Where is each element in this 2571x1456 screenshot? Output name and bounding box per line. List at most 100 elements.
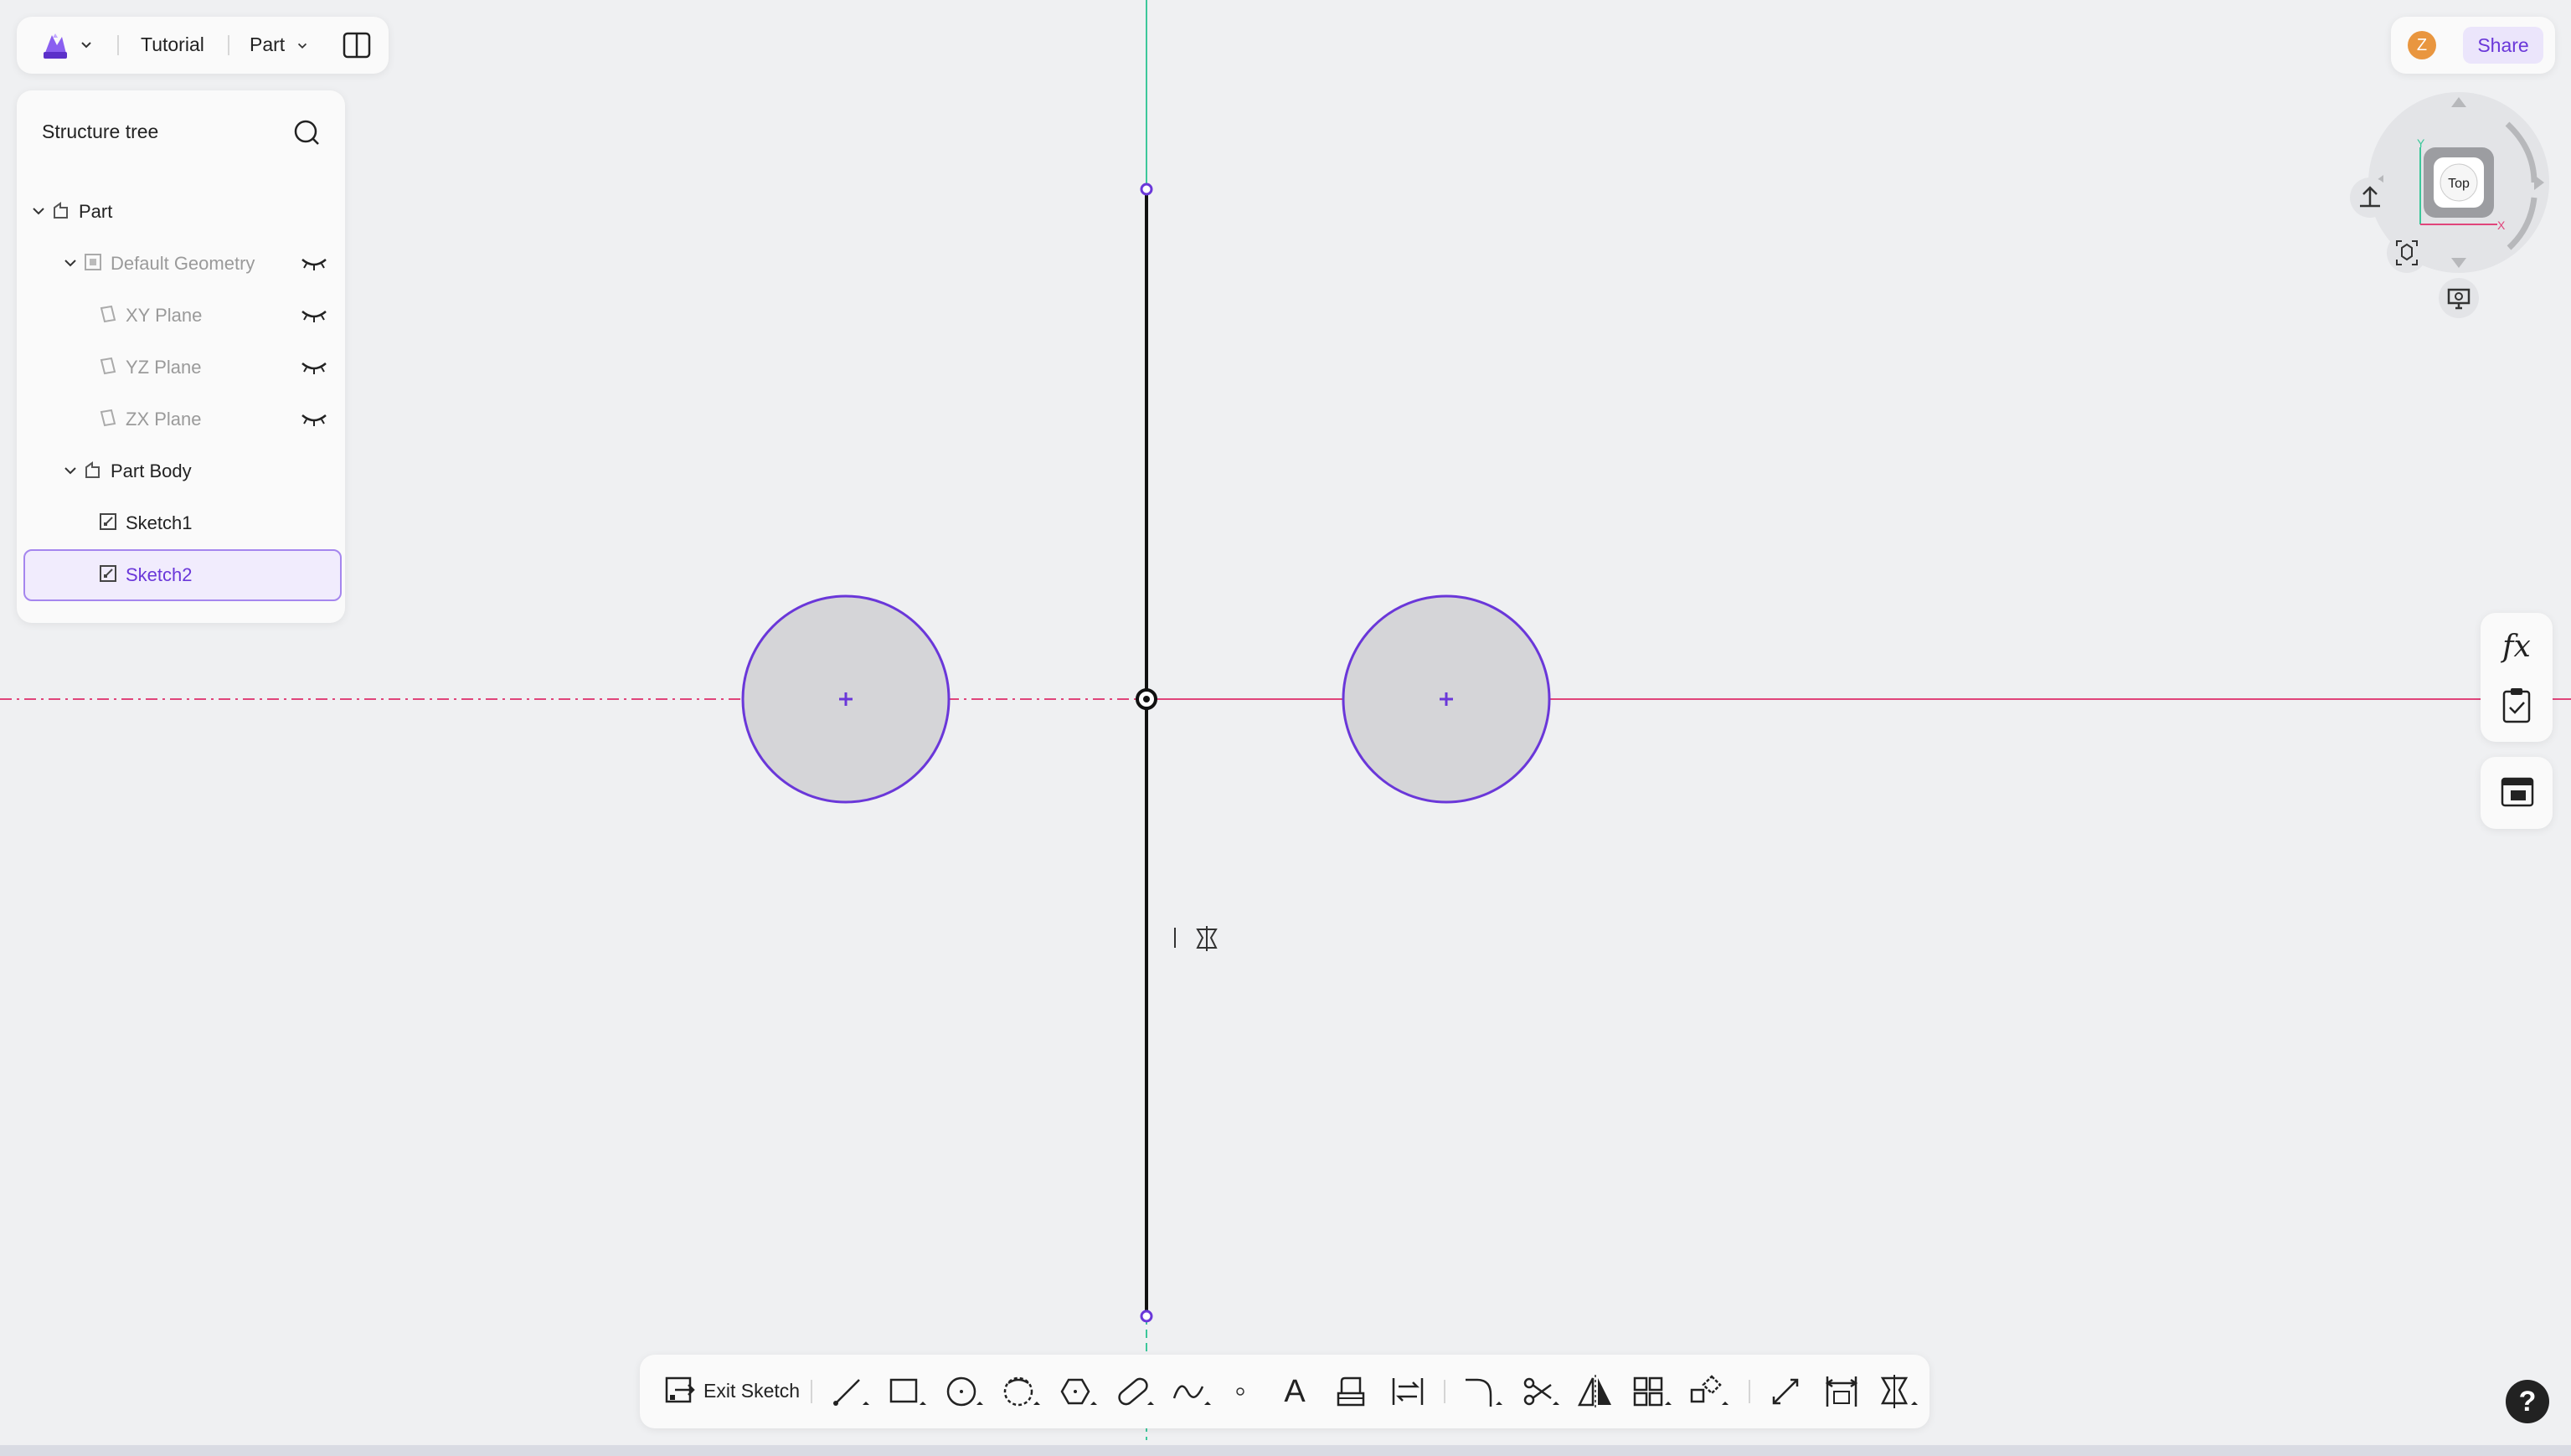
split-panel-icon <box>343 32 371 59</box>
exit-sketch-icon <box>665 1376 695 1403</box>
exit-sketch-button[interactable] <box>663 1373 697 1410</box>
trim-tool-button[interactable] <box>1519 1373 1563 1410</box>
construction-tool-button[interactable] <box>1767 1373 1806 1410</box>
eye-closed-icon[interactable] <box>300 410 328 429</box>
mirror-tool-button[interactable] <box>1576 1373 1615 1410</box>
eye-closed-icon[interactable] <box>300 255 328 273</box>
axis-y-label: Y <box>2417 136 2425 150</box>
app-logo-icon <box>44 33 67 59</box>
line-tool-button[interactable] <box>829 1373 873 1410</box>
fillet-tool-icon <box>1466 1378 1502 1407</box>
constraint-tool-button[interactable] <box>1878 1373 1921 1410</box>
circle-tool-icon <box>946 1376 983 1407</box>
project-tool-icon <box>1337 1376 1365 1407</box>
rectangle-tool-button[interactable] <box>886 1373 930 1410</box>
plane-icon <box>100 305 116 323</box>
tree-item-label: Default Geometry <box>111 253 255 274</box>
mirror-cursor-icon <box>1196 926 1218 951</box>
right-side-tools: fx <box>2481 613 2553 742</box>
divider <box>1749 1380 1750 1403</box>
line-endpoint-bottom[interactable] <box>1140 1309 1153 1323</box>
part-menu[interactable]: Part <box>250 33 309 56</box>
check-constraints-button[interactable] <box>2499 687 2534 725</box>
transform-tool-icon <box>1690 1375 1729 1405</box>
sketch-canvas[interactable] <box>0 0 2571 1456</box>
formula-icon: fx <box>2502 630 2531 664</box>
construction-line-icon <box>1772 1378 1799 1405</box>
divider <box>1444 1380 1445 1403</box>
window-panel-icon <box>2501 777 2534 807</box>
line-endpoint-top[interactable] <box>1140 183 1153 196</box>
slot-tool-button[interactable] <box>1114 1373 1157 1410</box>
help-icon: ? <box>2518 1386 2537 1417</box>
tree-item-xy-plane[interactable]: XY Plane <box>23 291 338 340</box>
tree-item-yz-plane[interactable]: YZ Plane <box>23 343 338 392</box>
mirror-tool-icon <box>1577 1375 1611 1408</box>
tree-item-label: YZ Plane <box>126 357 202 378</box>
constraint-tool-icon <box>1880 1375 1918 1408</box>
part-menu-label: Part <box>250 33 286 55</box>
structure-tree-title: Structure tree <box>42 121 159 142</box>
body-icon <box>85 461 100 478</box>
plane-icon <box>100 357 116 375</box>
tree-item-label: Part Body <box>111 460 192 481</box>
polygon-tool-button[interactable] <box>1057 1373 1100 1410</box>
formula-button[interactable]: fx <box>2497 628 2536 666</box>
share-panel: Z Share <box>2391 17 2555 74</box>
tree-item-label: Sketch1 <box>126 512 193 533</box>
divider <box>117 35 119 55</box>
tree-item-zx-plane[interactable]: ZX Plane <box>23 395 338 444</box>
dimension-tool-button[interactable] <box>1822 1373 1861 1410</box>
fit-view-button[interactable] <box>2387 233 2427 273</box>
chevron-down-icon[interactable] <box>30 203 47 219</box>
arc-tool-button[interactable] <box>1000 1373 1043 1410</box>
help-button[interactable]: ? <box>2506 1380 2549 1423</box>
tree-item-sketch1[interactable]: Sketch1 <box>23 499 338 548</box>
spline-tool-button[interactable] <box>1171 1373 1214 1410</box>
layout-button[interactable] <box>2499 774 2536 810</box>
fillet-tool-button[interactable] <box>1462 1373 1506 1410</box>
toggle-panel-button[interactable] <box>342 30 372 60</box>
view-navigator[interactable]: Top Y X <box>2337 84 2554 360</box>
polygon-tool-icon <box>1060 1378 1097 1405</box>
eye-closed-icon[interactable] <box>300 358 328 377</box>
exit-sketch-label[interactable]: Exit Sketch <box>703 1380 800 1402</box>
text-tool-button[interactable]: A <box>1278 1373 1311 1410</box>
eye-closed-icon[interactable] <box>300 306 328 325</box>
geometry-icon <box>85 254 101 270</box>
convert-tool-button[interactable] <box>1389 1373 1427 1410</box>
chevron-down-icon[interactable] <box>62 255 79 271</box>
avatar[interactable]: Z <box>2408 31 2436 59</box>
tree-item-label: XY Plane <box>126 305 203 326</box>
pattern-tool-button[interactable] <box>1631 1373 1675 1410</box>
tree-item-label: ZX Plane <box>126 409 202 430</box>
tree-item-label: Sketch2 <box>126 564 193 585</box>
tree-item-sketch2[interactable]: Sketch2 <box>23 549 342 601</box>
tree-item-part[interactable]: Part <box>23 188 338 236</box>
point-tool-icon <box>1236 1387 1244 1396</box>
right-side-tool-2 <box>2481 757 2553 829</box>
tree-search-button[interactable] <box>290 116 323 149</box>
part-icon <box>54 202 68 219</box>
app-logo-menu[interactable] <box>39 27 95 64</box>
chevron-down-icon <box>81 42 91 49</box>
tree-item-default-geometry[interactable]: Default Geometry <box>23 239 338 288</box>
transform-tool-button[interactable] <box>1688 1373 1732 1410</box>
tree-item-label: Part <box>79 201 113 222</box>
share-button[interactable]: Share <box>2463 27 2543 64</box>
arc-tool-icon <box>1003 1376 1040 1407</box>
line-tool-icon <box>833 1379 869 1406</box>
search-icon <box>294 120 319 145</box>
chevron-down-icon <box>297 43 307 49</box>
view-cube-face-label: Top <box>2448 177 2470 191</box>
text-tool-icon: A <box>1284 1374 1306 1409</box>
tree-item-part-body[interactable]: Part Body <box>23 447 338 496</box>
point-tool-button[interactable] <box>1228 1373 1253 1410</box>
axis-x-label: X <box>2497 219 2506 232</box>
project-tool-button[interactable] <box>1332 1373 1370 1410</box>
tutorial-menu[interactable]: Tutorial <box>141 33 204 56</box>
circle-tool-button[interactable] <box>943 1373 987 1410</box>
view-settings-button[interactable] <box>2439 278 2479 318</box>
convert-tool-icon <box>1392 1378 1424 1405</box>
chevron-down-icon[interactable] <box>62 462 79 479</box>
